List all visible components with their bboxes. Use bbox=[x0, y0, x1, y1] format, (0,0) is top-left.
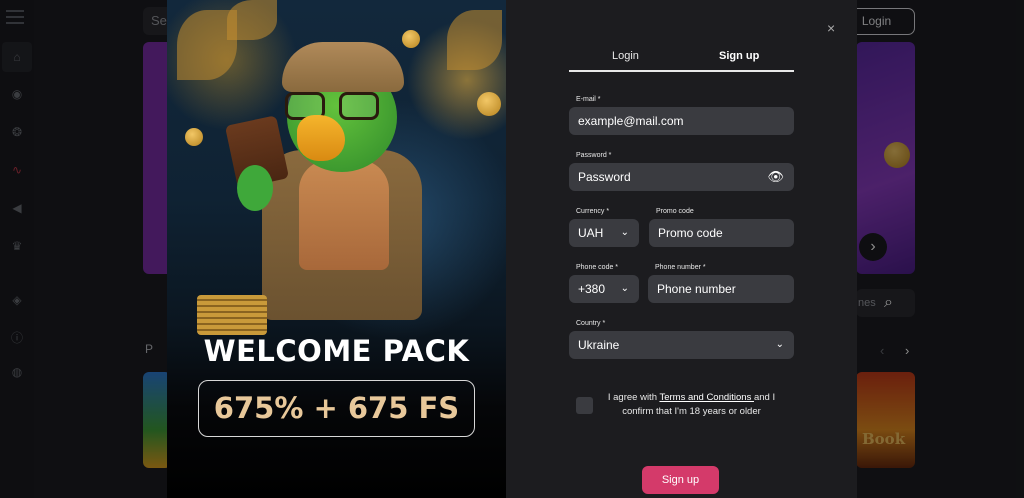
coin-decoration bbox=[477, 92, 501, 116]
close-icon[interactable]: × bbox=[827, 20, 835, 36]
parrot-scarf bbox=[299, 160, 389, 270]
password-field[interactable]: Password 👁 bbox=[569, 163, 794, 191]
parrot-beak bbox=[297, 115, 345, 161]
password-placeholder: Password bbox=[578, 170, 631, 184]
coin-decoration bbox=[185, 128, 203, 146]
phone-code-value: +380 bbox=[578, 282, 606, 296]
agree-checkbox[interactable] bbox=[576, 397, 593, 414]
email-label: E-mail * bbox=[576, 96, 601, 103]
phone-code-label: Phone code * bbox=[576, 264, 619, 271]
parrot-cap bbox=[282, 42, 404, 92]
email-field[interactable]: example@mail.com bbox=[569, 107, 794, 135]
promo-offer: 675% + 675 FS bbox=[198, 380, 475, 437]
signup-modal: WELCOME PACK 675% + 675 FS × Login Sign … bbox=[167, 0, 857, 498]
chevron-down-icon: ⌄ bbox=[620, 227, 629, 238]
phone-code-select[interactable]: +380 ⌄ bbox=[569, 275, 639, 303]
coin-decoration bbox=[402, 30, 420, 48]
promo-code-field[interactable]: Promo code bbox=[649, 219, 794, 247]
agree-prefix: I agree with bbox=[607, 392, 660, 403]
currency-value: UAH bbox=[578, 226, 604, 240]
phone-number-label: Phone number * bbox=[655, 264, 706, 271]
phone-number-field[interactable]: Phone number bbox=[648, 275, 794, 303]
parrot-hand bbox=[237, 165, 273, 211]
chevron-down-icon: ⌄ bbox=[775, 339, 784, 350]
auth-tabs: Login Sign up bbox=[569, 48, 794, 72]
leaf-decoration bbox=[447, 10, 502, 70]
promo-code-label: Promo code bbox=[656, 208, 694, 215]
country-label: Country * bbox=[576, 320, 606, 327]
country-select[interactable]: Ukraine ⌄ bbox=[569, 331, 794, 359]
password-label: Password * bbox=[576, 152, 612, 159]
coin-stack bbox=[197, 295, 267, 335]
agree-text: I agree with Terms and Conditions and I … bbox=[599, 391, 784, 419]
terms-link[interactable]: Terms and Conditions bbox=[659, 392, 754, 403]
currency-select[interactable]: UAH ⌄ bbox=[569, 219, 639, 247]
parrot-glasses bbox=[285, 92, 385, 120]
country-value: Ukraine bbox=[578, 338, 620, 352]
currency-label: Currency * bbox=[576, 208, 610, 215]
leaf-decoration bbox=[227, 0, 277, 40]
show-password-icon[interactable]: 👁 bbox=[767, 163, 784, 191]
promo-panel: WELCOME PACK 675% + 675 FS bbox=[167, 0, 506, 498]
tab-login[interactable]: Login bbox=[612, 50, 639, 62]
tab-signup[interactable]: Sign up bbox=[719, 50, 759, 62]
chevron-down-icon: ⌄ bbox=[620, 283, 629, 294]
signup-button[interactable]: Sign up bbox=[642, 466, 719, 494]
promo-headline: WELCOME PACK bbox=[203, 334, 470, 368]
